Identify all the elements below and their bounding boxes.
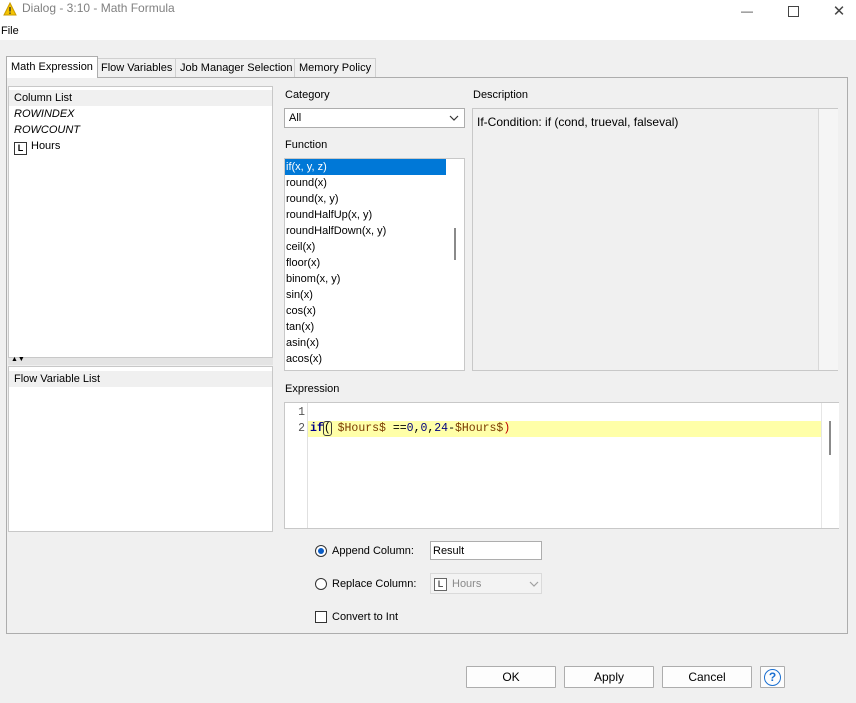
- code-number: 24: [434, 422, 449, 435]
- description-label: Description: [473, 89, 529, 101]
- function-list-scrollbar[interactable]: [454, 228, 456, 260]
- function-item[interactable]: roundHalfDown(x, y): [285, 223, 464, 239]
- convert-to-int-label: Convert to Int: [332, 611, 399, 623]
- code-keyword: if: [310, 422, 324, 435]
- code-operator: -: [448, 422, 455, 435]
- code-operator: ==: [385, 422, 407, 435]
- close-icon: ✕: [832, 3, 846, 20]
- window-title: Dialog - 3:10 - Math Formula: [22, 1, 175, 15]
- description-text: If-Condition: if (cond, trueval, falseva…: [477, 115, 679, 129]
- split-pane-divider[interactable]: ▲▼: [8, 356, 273, 365]
- warning-triangle-icon: [3, 2, 17, 16]
- help-button[interactable]: ?: [760, 666, 785, 688]
- tab-job-manager-selection[interactable]: Job Manager Selection: [175, 58, 298, 77]
- tab-memory-policy[interactable]: Memory Policy: [294, 58, 377, 77]
- description-scrollbar[interactable]: [818, 109, 838, 370]
- expression-scrollbar[interactable]: [821, 403, 839, 528]
- tab-math-expression[interactable]: Math Expression: [6, 56, 98, 78]
- line-number: 1: [298, 406, 305, 419]
- function-item[interactable]: cos(x): [285, 303, 464, 319]
- function-item[interactable]: if(x, y, z): [285, 159, 446, 175]
- code-number: 0: [406, 422, 414, 435]
- menu-file[interactable]: File: [1, 25, 19, 37]
- minimize-icon: ―: [741, 4, 753, 18]
- replace-column-label: Replace Column:: [332, 578, 417, 590]
- cancel-button[interactable]: Cancel: [662, 666, 752, 688]
- replace-column-radio[interactable]: [315, 578, 327, 590]
- long-type-icon: L: [434, 578, 447, 591]
- function-item[interactable]: sin(x): [285, 287, 464, 303]
- expression-code-line-2[interactable]: if( $Hours$ ==0,0,24-$Hours$): [310, 421, 510, 437]
- column-list-header: Column List: [9, 90, 272, 106]
- function-list[interactable]: if(x, y, z) round(x) round(x, y) roundHa…: [284, 158, 465, 371]
- flow-variable-list[interactable]: Flow Variable List: [8, 366, 273, 532]
- category-value: All: [289, 112, 302, 124]
- column-item-rowindex[interactable]: ROWINDEX: [9, 106, 272, 122]
- append-column-radio[interactable]: [315, 545, 327, 557]
- column-item-hours-label: Hours: [31, 140, 61, 152]
- scrollbar-thumb[interactable]: [829, 421, 831, 455]
- append-column-label: Append Column:: [332, 545, 414, 557]
- function-item[interactable]: round(x, y): [285, 191, 464, 207]
- long-type-icon: L: [14, 142, 27, 155]
- category-label: Category: [285, 89, 330, 101]
- menu-bar: [0, 22, 856, 40]
- ok-button[interactable]: OK: [466, 666, 556, 688]
- help-icon: ?: [764, 669, 781, 686]
- collapse-arrows-icon: ▲▼: [11, 356, 25, 363]
- append-column-value: Result: [433, 545, 465, 557]
- function-item[interactable]: ceil(x): [285, 239, 464, 255]
- function-item[interactable]: asin(x): [285, 335, 464, 351]
- category-select[interactable]: All: [284, 108, 465, 128]
- function-item[interactable]: acos(x): [285, 351, 464, 367]
- minimize-button[interactable]: ―: [724, 0, 770, 22]
- append-column-input[interactable]: Result: [430, 541, 542, 560]
- chevron-down-icon: [449, 115, 459, 121]
- close-button[interactable]: ✕: [816, 0, 856, 22]
- tab-flow-variables[interactable]: Flow Variables: [96, 58, 178, 77]
- function-item[interactable]: round(x): [285, 175, 464, 191]
- column-list[interactable]: Column List ROWINDEX ROWCOUNT L Hours: [8, 86, 273, 358]
- expression-editor[interactable]: 1 2 if( $Hours$ ==0,0,24-$Hours$): [284, 402, 839, 529]
- description-box: If-Condition: if (cond, trueval, falseva…: [472, 108, 838, 371]
- function-label: Function: [285, 139, 328, 151]
- column-item-rowcount[interactable]: ROWCOUNT: [9, 122, 272, 138]
- code-bracket: ): [503, 422, 511, 435]
- code-bracket-match: (: [322, 421, 332, 436]
- code-variable: $Hours$: [455, 422, 504, 435]
- column-item-hours[interactable]: L Hours: [9, 138, 272, 155]
- flow-variable-list-header: Flow Variable List: [9, 371, 272, 387]
- replace-column-value: Hours: [452, 578, 482, 590]
- line-number: 2: [298, 422, 305, 435]
- function-item[interactable]: binom(x, y): [285, 271, 464, 287]
- function-item[interactable]: tan(x): [285, 319, 464, 335]
- replace-column-select[interactable]: L Hours: [430, 573, 542, 594]
- apply-button[interactable]: Apply: [564, 666, 654, 688]
- convert-to-int-checkbox[interactable]: [315, 611, 327, 623]
- expression-label: Expression: [285, 383, 340, 395]
- chevron-down-icon: [529, 581, 539, 587]
- maximize-icon: [787, 5, 799, 17]
- maximize-button[interactable]: [770, 0, 816, 22]
- code-variable: $Hours$: [337, 422, 386, 435]
- function-item[interactable]: roundHalfUp(x, y): [285, 207, 464, 223]
- function-item[interactable]: floor(x): [285, 255, 464, 271]
